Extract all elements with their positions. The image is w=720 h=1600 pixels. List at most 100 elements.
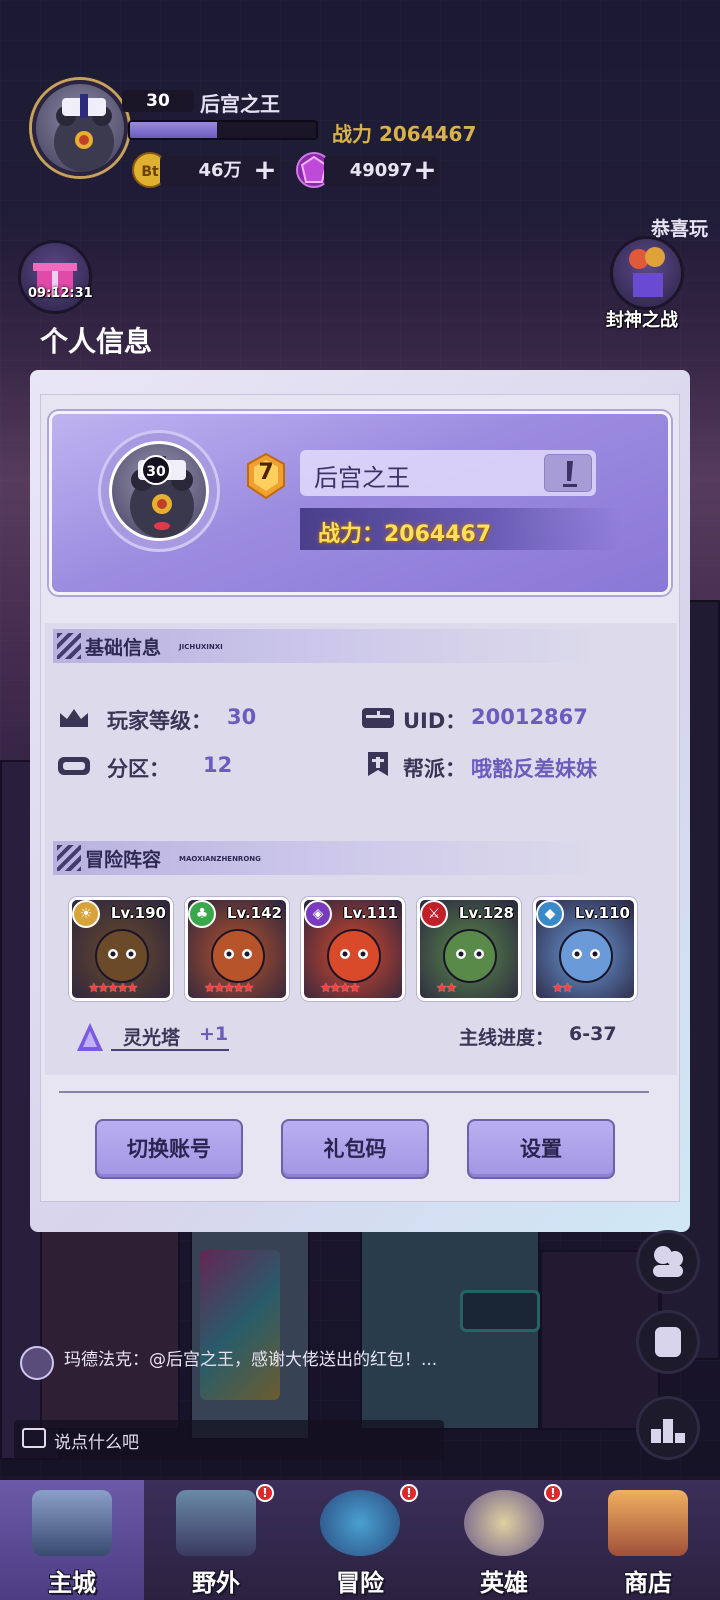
profile-card: 30 7 后宫之王 战力：2064467 bbox=[49, 411, 671, 595]
vip-level: 7 bbox=[258, 460, 274, 485]
add-coin-button[interactable]: + bbox=[250, 156, 280, 186]
broadcast-banner: 恭喜玩 bbox=[650, 218, 708, 240]
fortress-icon bbox=[176, 1490, 256, 1556]
gift-code-button[interactable]: 礼包码 bbox=[281, 1119, 429, 1179]
nav-adventure[interactable]: ! 冒险 bbox=[288, 1480, 432, 1600]
hero-card[interactable]: ♣ Lv.142 ★★★★★ bbox=[185, 897, 289, 1001]
team-title: 冒险阵容 bbox=[85, 849, 162, 871]
hero-stars: ★★ bbox=[436, 981, 457, 996]
hero-stars: ★★★★ bbox=[320, 981, 361, 996]
main-progress-value: 6-37 bbox=[569, 1023, 617, 1045]
profile-modal: 30 7 后宫之王 战力：2064467 基础信息 JICHUXINXI 玩家等… bbox=[30, 370, 690, 1232]
info-panel: 基础信息 JICHUXINXI 玩家等级： 30 UID： 20012867 分… bbox=[45, 623, 677, 1075]
main-progress-label: 主线进度： bbox=[459, 1027, 555, 1049]
nav-wild[interactable]: ! 野外 bbox=[144, 1480, 288, 1600]
uid-value[interactable]: 20012867 bbox=[471, 705, 588, 729]
city-icon bbox=[32, 1490, 112, 1556]
chat-bubble-icon bbox=[22, 1428, 46, 1448]
monster-icon bbox=[320, 1490, 400, 1556]
hero-level: Lv.142 bbox=[226, 904, 282, 922]
hud-exp-bar bbox=[128, 120, 318, 140]
fengshen-event-label: 封神之战 bbox=[606, 310, 678, 331]
hero-level: Lv.110 bbox=[574, 904, 630, 922]
hero-element-claw-icon: ⚔ bbox=[420, 900, 448, 928]
backpack-button[interactable] bbox=[636, 1310, 700, 1374]
friends-icon bbox=[653, 1246, 683, 1277]
balloon-gift-icon bbox=[629, 247, 665, 297]
player-level-value: 30 bbox=[227, 705, 257, 729]
hud-player-name: 后宫之王 bbox=[200, 92, 280, 116]
profile-level-badge: 30 bbox=[141, 455, 171, 485]
shop-icon bbox=[608, 1490, 688, 1556]
event-timer: 09:12:31 bbox=[28, 286, 93, 301]
uid-label: UID： bbox=[403, 709, 467, 733]
spirit-tower-link[interactable]: 灵光塔 +1 bbox=[111, 1023, 229, 1051]
nav-heroes[interactable]: ! 英雄 bbox=[432, 1480, 576, 1600]
basic-info-header: 基础信息 JICHUXINXI bbox=[53, 629, 613, 663]
spirit-tower-icon bbox=[77, 1023, 103, 1051]
hero-card[interactable]: ⚔ Lv.128 ★★ bbox=[417, 897, 521, 1001]
hero-element-void-icon: ◈ bbox=[304, 900, 332, 928]
nav-label: 冒险 bbox=[336, 1569, 384, 1597]
team-header: 冒险阵容 MAOXIANZHENRONG bbox=[53, 841, 613, 875]
hero-helmet-icon bbox=[464, 1490, 544, 1556]
add-gem-button[interactable]: + bbox=[410, 156, 440, 186]
hero-card[interactable]: ◆ Lv.110 ★★ bbox=[533, 897, 637, 1001]
nav-label: 野外 bbox=[192, 1569, 240, 1597]
hero-card[interactable]: ☀ Lv.190 ★★★★★ bbox=[69, 897, 173, 1001]
hero-stars: ★★★★★ bbox=[204, 981, 254, 996]
profile-avatar-frame[interactable]: 30 bbox=[98, 430, 220, 552]
nav-label: 英雄 bbox=[480, 1569, 528, 1597]
edit-name-button[interactable] bbox=[544, 454, 592, 492]
hero-stars: ★★★★★ bbox=[88, 981, 138, 996]
chat-input[interactable]: 说点什么吧 bbox=[14, 1420, 444, 1460]
profile-power: 战力：2064467 bbox=[318, 522, 492, 547]
modal-title: 个人信息 bbox=[40, 325, 153, 358]
nav-shop[interactable]: 商店 bbox=[576, 1480, 720, 1600]
nav-label: 商店 bbox=[624, 1569, 672, 1597]
vip-badge: 7 bbox=[244, 452, 288, 500]
backpack-icon bbox=[655, 1327, 681, 1357]
id-card-icon bbox=[362, 708, 394, 728]
spirit-tower-name: 灵光塔 bbox=[123, 1027, 181, 1049]
profile-power-box: 战力：2064467 bbox=[300, 508, 620, 550]
stripes-icon bbox=[57, 845, 81, 871]
server-icon bbox=[58, 757, 90, 775]
hero-element-sun-icon: ☀ bbox=[72, 900, 100, 928]
chat-placeholder: 说点什么吧 bbox=[54, 1433, 139, 1453]
notification-dot: ! bbox=[400, 1484, 418, 1502]
hero-card[interactable]: ◈ Lv.111 ★★★★ bbox=[301, 897, 405, 1001]
hero-level: Lv.128 bbox=[458, 904, 514, 922]
nav-label: 主城 bbox=[48, 1569, 96, 1597]
nav-main-city[interactable]: 主城 bbox=[0, 1480, 144, 1600]
crown-icon bbox=[60, 709, 88, 727]
pencil-icon bbox=[563, 461, 577, 487]
podium-icon bbox=[651, 1419, 685, 1443]
fengshen-event-button[interactable] bbox=[610, 236, 684, 310]
hero-element-water-icon: ◆ bbox=[536, 900, 564, 928]
basic-info-title: 基础信息 bbox=[85, 637, 162, 659]
player-level-label: 玩家等级： bbox=[107, 709, 212, 733]
friends-button[interactable] bbox=[636, 1230, 700, 1294]
team-subtitle: MAOXIANZHENRONG bbox=[179, 855, 261, 863]
hero-level: Lv.190 bbox=[110, 904, 166, 922]
hero-element-leaf-icon: ♣ bbox=[188, 900, 216, 928]
leaderboard-button[interactable] bbox=[636, 1396, 700, 1460]
stripes-icon bbox=[57, 633, 81, 659]
settings-button[interactable]: 设置 bbox=[467, 1119, 615, 1179]
basic-info-subtitle: JICHUXINXI bbox=[179, 643, 223, 651]
guild-value[interactable]: 哦豁反差妹妹 bbox=[471, 753, 597, 783]
notification-dot: ! bbox=[544, 1484, 562, 1502]
spirit-tower-bonus: +1 bbox=[199, 1023, 229, 1045]
player-avatar[interactable] bbox=[32, 80, 128, 176]
chat-message[interactable]: 玛德法克：@后宫之王，感谢大佬送出的红包！... bbox=[64, 1342, 544, 1378]
gift-event-button[interactable] bbox=[18, 240, 92, 314]
profile-name-box: 后宫之王 bbox=[300, 450, 596, 496]
bottom-nav: 主城 ! 野外 ! 冒险 ! 英雄 商店 bbox=[0, 1476, 720, 1600]
divider bbox=[59, 1091, 649, 1093]
notification-dot: ! bbox=[256, 1484, 274, 1502]
hud-power: 战力 2064467 bbox=[332, 122, 477, 146]
switch-account-button[interactable]: 切换账号 bbox=[95, 1119, 243, 1179]
profile-name: 后宫之王 bbox=[314, 464, 410, 492]
guild-label: 帮派： bbox=[403, 757, 466, 781]
